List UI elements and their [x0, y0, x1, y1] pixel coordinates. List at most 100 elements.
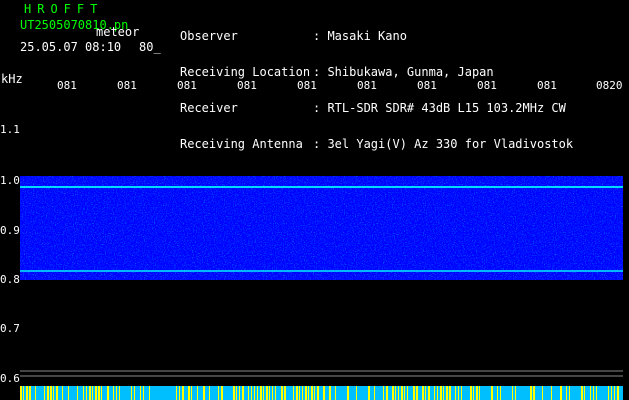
time-tick [581, 386, 583, 400]
time-tick [614, 386, 615, 400]
time-tick [188, 386, 190, 400]
time-tick [446, 386, 448, 400]
time-tick [218, 386, 219, 400]
time-tick [44, 386, 45, 400]
time-tick [209, 386, 210, 400]
time-tick [89, 386, 91, 400]
time-tick [26, 386, 28, 400]
time-tick [413, 386, 415, 400]
time-tick [53, 386, 54, 400]
time-bar-ticks [20, 386, 619, 400]
time-tick [191, 386, 192, 400]
time-tick [176, 386, 177, 400]
time-tick [179, 386, 180, 400]
time-tick [476, 386, 478, 400]
timestamp: 25.05.07 08:10 [20, 40, 122, 54]
time-tick [257, 386, 258, 400]
time-tick [116, 386, 117, 400]
time-tick [95, 386, 97, 400]
time-tick [308, 386, 309, 400]
time-tick [107, 386, 109, 400]
time-tick [347, 386, 349, 400]
time-tick [83, 386, 84, 400]
time-tick [368, 386, 370, 400]
y-tick: 1.1 [0, 123, 20, 136]
y-tick: 0.9 [0, 224, 20, 237]
time-tick [119, 386, 120, 400]
spectrogram [20, 176, 623, 377]
time-tick [512, 386, 513, 400]
time-tick [98, 386, 100, 400]
time-tick [263, 386, 264, 400]
time-tick [29, 386, 31, 400]
time-tick [275, 386, 276, 400]
time-tick [440, 386, 442, 400]
time-tick [566, 386, 567, 400]
time-tick [392, 386, 394, 400]
time-tick [35, 386, 36, 400]
time-tick [560, 386, 562, 400]
time-tick [335, 386, 336, 400]
time-tick [383, 386, 384, 400]
location-label: Receiving Location [180, 65, 311, 79]
time-tick [497, 386, 498, 400]
time-tick [356, 386, 357, 400]
time-tick [533, 386, 535, 400]
time-tick [242, 386, 244, 400]
time-tick [143, 386, 144, 400]
time-tick [434, 386, 435, 400]
time-tick [551, 386, 552, 400]
meteor-label: meteor [96, 25, 140, 39]
time-tick [590, 386, 591, 400]
time-tick [317, 386, 319, 400]
time-tick [479, 386, 480, 400]
time-tick [584, 386, 585, 400]
time-tick [233, 386, 235, 400]
time-tick [569, 386, 570, 400]
y-tick: 1.0 [0, 174, 20, 187]
time-tick [272, 386, 273, 400]
time-tick [47, 386, 49, 400]
time-tick [314, 386, 315, 400]
time-tick [455, 386, 456, 400]
time-tick [329, 386, 331, 400]
time-tick [374, 386, 375, 400]
time-tick [422, 386, 424, 400]
time-tick [86, 386, 87, 400]
time-bar [20, 386, 623, 400]
time-tick [50, 386, 52, 400]
time-tick [239, 386, 240, 400]
time-tick [134, 386, 135, 400]
time-tick [131, 386, 132, 400]
time-tick [149, 386, 150, 400]
time-tick [305, 386, 307, 400]
time-tick [284, 386, 286, 400]
observer-label: Observer [180, 29, 238, 43]
time-tick [470, 386, 472, 400]
time-tick [20, 386, 22, 400]
y-tick: 0.7 [0, 322, 20, 335]
time-tick [617, 386, 619, 400]
time-tick [428, 386, 430, 400]
time-tick [269, 386, 270, 400]
time-tick [386, 386, 388, 400]
observer-value: : Masaki Kano [313, 29, 407, 43]
time-tick [461, 386, 462, 400]
time-tick [323, 386, 325, 400]
brand-title: HROFFT [24, 2, 104, 16]
time-tick [248, 386, 249, 400]
time-tick [407, 386, 408, 400]
time-tick [593, 386, 594, 400]
time-tick [281, 386, 283, 400]
time-tick [443, 386, 444, 400]
time-tick [221, 386, 223, 400]
time-tick [92, 386, 93, 400]
time-tick [299, 386, 300, 400]
signal-line-lower [20, 270, 623, 272]
time-tick [458, 386, 459, 400]
time-tick [113, 386, 114, 400]
time-tick [596, 386, 597, 400]
time-tick [266, 386, 268, 400]
time-tick [515, 386, 516, 400]
time-tick [311, 386, 313, 400]
